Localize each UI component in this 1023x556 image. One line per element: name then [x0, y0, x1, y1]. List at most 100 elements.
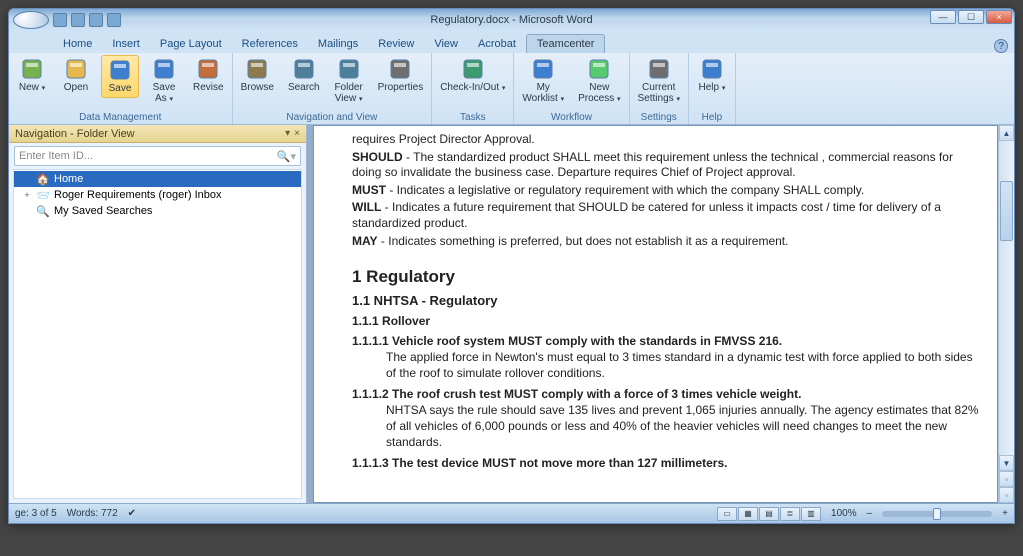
definition-paragraph: MAY - Indicates something is preferred, …	[352, 234, 979, 250]
folderview-icon	[337, 57, 361, 81]
qat-save-icon[interactable]	[53, 13, 67, 27]
folderview-button[interactable]: FolderView ▾	[330, 55, 368, 106]
tab-page-layout[interactable]: Page Layout	[150, 35, 232, 53]
tab-teamcenter[interactable]: Teamcenter	[526, 34, 605, 53]
heading-4: 1.1.1.1 Vehicle roof system MUST comply …	[352, 334, 979, 348]
close-button[interactable]: ×	[986, 10, 1012, 24]
nav-pane-header: Navigation - Folder View ▾ ×	[9, 125, 306, 143]
tree-item-roger[interactable]: +📨Roger Requirements (roger) Inbox	[14, 187, 301, 203]
prev-page-button[interactable]: ◦	[999, 471, 1014, 487]
view-full-screen[interactable]: ▦	[738, 507, 758, 521]
window-controls: — ☐ ×	[930, 10, 1012, 24]
navigation-pane: Navigation - Folder View ▾ × Enter Item …	[9, 125, 307, 503]
ribbon-group-workflow: MyWorklist ▾NewProcess ▾Workflow	[514, 53, 629, 124]
saveas-button[interactable]: SaveAs ▾	[145, 55, 183, 106]
status-bar: ge: 3 of 5 Words: 772 ✔ ▭ ▦ ▤ ≣ ▥ 100% –…	[9, 503, 1014, 523]
tab-mailings[interactable]: Mailings	[308, 35, 368, 53]
scroll-track[interactable]	[999, 141, 1014, 455]
body-paragraph: NHTSA says the rule should save 135 live…	[386, 403, 979, 450]
checkinout-label: Check-In/Out ▾	[440, 83, 505, 94]
tree-item-my[interactable]: 🔍 My Saved Searches	[14, 203, 301, 219]
tree-item-home[interactable]: 🏠 Home	[14, 171, 301, 187]
ribbon-group-settings: CurrentSettings ▾Settings	[630, 53, 689, 124]
maximize-button[interactable]: ☐	[958, 10, 984, 24]
tab-review[interactable]: Review	[368, 35, 424, 53]
newprocess-button[interactable]: NewProcess ▾	[574, 55, 624, 106]
vertical-scrollbar[interactable]: ▲ ▼ ◦ ◦	[998, 125, 1014, 503]
qat-redo-icon[interactable]	[89, 13, 103, 27]
zoom-out-button[interactable]: –	[867, 508, 873, 519]
browse-button[interactable]: Browse	[237, 55, 278, 96]
zoom-thumb[interactable]	[933, 508, 941, 520]
title-bar: Regulatory.docx - Microsoft Word — ☐ ×	[9, 9, 1014, 31]
tab-view[interactable]: View	[424, 35, 468, 53]
zoom-slider[interactable]	[882, 511, 992, 517]
heading-3: 1.1.1 Rollover	[352, 314, 979, 328]
myworklist-button[interactable]: MyWorklist ▾	[518, 55, 568, 106]
new-label: New ▾	[19, 83, 45, 94]
checkinout-button[interactable]: Check-In/Out ▾	[436, 55, 509, 96]
search-button[interactable]: Search	[284, 55, 324, 96]
help-button[interactable]: Help ▾	[693, 55, 731, 96]
search-icon: 🔍	[36, 204, 50, 218]
currentsettings-button[interactable]: CurrentSettings ▾	[634, 55, 684, 106]
tab-references[interactable]: References	[232, 35, 308, 53]
quick-access-toolbar	[53, 13, 121, 27]
tree-item-label: My Saved Searches	[54, 205, 152, 217]
properties-button[interactable]: Properties	[374, 55, 428, 96]
body-paragraph: The applied force in Newton's must equal…	[386, 350, 979, 381]
minimize-button[interactable]: —	[930, 10, 956, 24]
revise-label: Revise	[193, 83, 224, 94]
tree-item-label: Home	[54, 173, 83, 185]
revise-button[interactable]: Revise	[189, 55, 228, 96]
view-outline[interactable]: ≣	[780, 507, 800, 521]
zoom-in-button[interactable]: +	[1002, 508, 1008, 519]
group-label: Data Management	[13, 112, 228, 124]
office-button[interactable]	[13, 11, 49, 29]
nav-pane-dropdown-icon[interactable]: ▾	[285, 128, 290, 139]
search-input[interactable]: Enter Item ID... 🔍▾	[14, 146, 301, 166]
view-draft[interactable]: ▥	[801, 507, 821, 521]
scroll-up-button[interactable]: ▲	[999, 125, 1014, 141]
document-viewport[interactable]: requires Project Director Approval.SHOUL…	[313, 125, 998, 503]
browse-icon	[245, 57, 269, 81]
tab-home[interactable]: Home	[53, 35, 102, 53]
next-page-button[interactable]: ◦	[999, 487, 1014, 503]
save-icon	[108, 58, 132, 82]
zoom-label[interactable]: 100%	[831, 508, 857, 519]
app-window: Regulatory.docx - Microsoft Word — ☐ × H…	[8, 8, 1015, 524]
window-title: Regulatory.docx - Microsoft Word	[430, 14, 592, 26]
group-label: Navigation and View	[237, 112, 428, 124]
inbox-icon: 📨	[36, 188, 50, 202]
nav-pane-close-icon[interactable]: ×	[294, 128, 300, 139]
view-print-layout[interactable]: ▭	[717, 507, 737, 521]
page-indicator[interactable]: ge: 3 of 5	[15, 508, 57, 519]
heading-4: 1.1.1.3 The test device MUST not move mo…	[352, 456, 979, 470]
expander-icon[interactable]: +	[22, 190, 32, 200]
tab-insert[interactable]: Insert	[102, 35, 150, 53]
open-button[interactable]: Open	[57, 55, 95, 96]
nav-tree: 🏠Home+📨Roger Requirements (roger) Inbox🔍…	[13, 169, 302, 499]
qat-undo-icon[interactable]	[71, 13, 85, 27]
search-label: Search	[288, 83, 320, 94]
definition-paragraph: SHOULD - The standardized product SHALL …	[352, 150, 979, 181]
proofing-icon[interactable]: ✔	[128, 508, 136, 519]
heading-4: 1.1.1.2 The roof crush test MUST comply …	[352, 387, 979, 401]
tab-acrobat[interactable]: Acrobat	[468, 35, 526, 53]
qat-customize-icon[interactable]	[107, 13, 121, 27]
nav-pane-title: Navigation - Folder View	[15, 128, 135, 140]
view-web-layout[interactable]: ▤	[759, 507, 779, 521]
scroll-down-button[interactable]: ▼	[999, 455, 1014, 471]
word-count[interactable]: Words: 772	[67, 508, 118, 519]
ribbon-group-navigation-and-view: Browse Search FolderView ▾ Properties Naviga…	[233, 53, 433, 124]
currentsettings-label: CurrentSettings ▾	[638, 83, 680, 104]
help-icon[interactable]: ?	[994, 39, 1008, 53]
new-button[interactable]: New ▾	[13, 55, 51, 96]
properties-label: Properties	[378, 83, 424, 94]
search-icon	[292, 57, 316, 81]
help-icon	[700, 57, 724, 81]
home-icon: 🏠	[36, 172, 50, 186]
search-icon[interactable]: 🔍▾	[277, 150, 296, 163]
save-button[interactable]: Save	[101, 55, 139, 98]
scroll-thumb[interactable]	[1000, 181, 1013, 241]
